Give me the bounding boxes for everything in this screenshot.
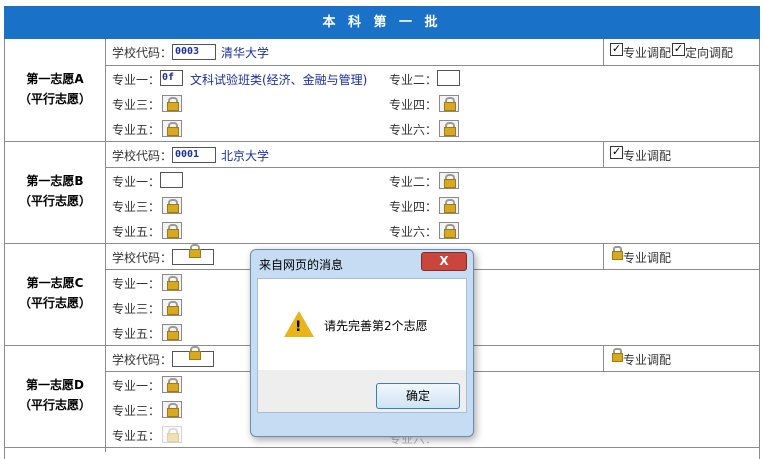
major-6-label: 专业六：: [389, 225, 438, 239]
school-code-input-locked: [172, 244, 214, 265]
major-2-label: 专业二：: [389, 175, 438, 189]
group-c-title: 第一志愿C: [26, 276, 84, 290]
column-divider: [603, 243, 604, 269]
major-3-label: 专业三：: [112, 98, 161, 112]
major-adjust-checkbox[interactable]: ✓: [610, 43, 623, 56]
column-divider: [603, 141, 604, 167]
group-a-subtitle: （平行志愿）: [18, 92, 91, 106]
major-1-label: 专业一：: [112, 73, 161, 87]
school-code-label: 学校代码：: [112, 46, 173, 60]
major-5-label: 专业五：: [112, 123, 161, 137]
major-1-label: 专业一：: [112, 379, 161, 393]
major-adjust-label: 专业调配: [623, 149, 672, 163]
group-d-subtitle: （平行志愿）: [18, 398, 91, 412]
column-divider: [105, 39, 106, 452]
school-code-label: 学校代码：: [112, 353, 173, 367]
dialog-footer: 确定: [257, 370, 467, 413]
lock-icon: [162, 95, 182, 112]
lock-icon: [162, 324, 182, 341]
group-divider: [4, 141, 760, 142]
lock-icon: [439, 172, 459, 189]
message-dialog: 来自网页的消息 X ! 请先完善第2个志愿 确定: [250, 249, 474, 437]
school-name: 北京大学: [221, 149, 270, 163]
lock-icon: [162, 401, 182, 418]
lock-icon: [162, 426, 182, 443]
group-d-title: 第一志愿D: [26, 378, 84, 392]
major-1-input[interactable]: [160, 172, 183, 188]
major-5-label: 专业五：: [112, 225, 161, 239]
major-4-label: 专业四：: [389, 98, 438, 112]
major-2-label: 专业二：: [389, 73, 438, 87]
school-code-label: 学校代码：: [112, 149, 173, 163]
school-code-label: 学校代码：: [112, 251, 173, 265]
group-b-subtitle: （平行志愿）: [18, 194, 91, 208]
school-code-input[interactable]: 0003: [172, 44, 216, 60]
major-3-label: 专业三：: [112, 302, 161, 316]
lock-icon: [185, 345, 203, 360]
lock-icon: [439, 120, 459, 137]
major-1-label: 专业一：: [112, 277, 161, 291]
lock-icon: [439, 197, 459, 214]
column-divider: [603, 345, 604, 371]
lock-icon: [162, 222, 182, 239]
lock-icon: [610, 348, 623, 362]
major-6-label: 专业六：: [389, 123, 438, 137]
dialog-title: 来自网页的消息: [259, 258, 344, 272]
directional-adjust-label: 定向调配: [685, 46, 734, 60]
directional-adjust-checkbox[interactable]: ✓: [672, 43, 685, 56]
major-adjust-checkbox[interactable]: ✓: [610, 146, 623, 159]
major-2-input[interactable]: [437, 70, 460, 86]
warning-icon-mark: !: [295, 319, 302, 335]
batch-header: 本 科 第 一 批: [4, 6, 760, 39]
major-3-label: 专业三：: [112, 200, 161, 214]
lock-icon: [439, 222, 459, 239]
row-divider: [105, 167, 760, 168]
lock-icon: [162, 274, 182, 291]
lock-icon: [185, 243, 203, 258]
dialog-message: 请先完善第2个志愿: [324, 319, 428, 333]
column-divider: [603, 39, 604, 65]
group-c-subtitle: （平行志愿）: [18, 296, 91, 310]
lock-icon: [439, 95, 459, 112]
major-5-label: 专业五：: [112, 327, 161, 341]
major-5-label: 专业五：: [112, 429, 161, 443]
group-divider: [4, 243, 760, 244]
major-1-name: 文科试验班类(经济、金融与管理): [190, 73, 368, 87]
major-adjust-label: 专业调配: [623, 251, 672, 265]
lock-icon: [162, 299, 182, 316]
major-adjust-label: 专业调配: [623, 46, 672, 60]
school-code-input-locked: [172, 346, 214, 367]
lock-icon: [162, 120, 182, 137]
major-adjust-label: 专业调配: [623, 353, 672, 367]
lock-icon: [162, 376, 182, 393]
major-1-input[interactable]: 0f: [160, 70, 183, 86]
group-b-title: 第一志愿B: [26, 174, 84, 188]
school-name: 清华大学: [221, 46, 270, 60]
row-divider: [105, 65, 760, 66]
close-button[interactable]: X: [421, 252, 467, 271]
major-4-label: 专业四：: [389, 200, 438, 214]
ok-button[interactable]: 确定: [376, 383, 460, 409]
lock-icon: [162, 197, 182, 214]
major-3-label: 专业三：: [112, 404, 161, 418]
lock-icon: [610, 246, 623, 260]
school-code-input[interactable]: 0001: [172, 147, 216, 163]
major-1-label: 专业一：: [112, 175, 161, 189]
dialog-content: ! 请先完善第2个志愿: [257, 278, 467, 372]
group-a-title: 第一志愿A: [26, 72, 84, 86]
group-divider: [4, 447, 760, 448]
